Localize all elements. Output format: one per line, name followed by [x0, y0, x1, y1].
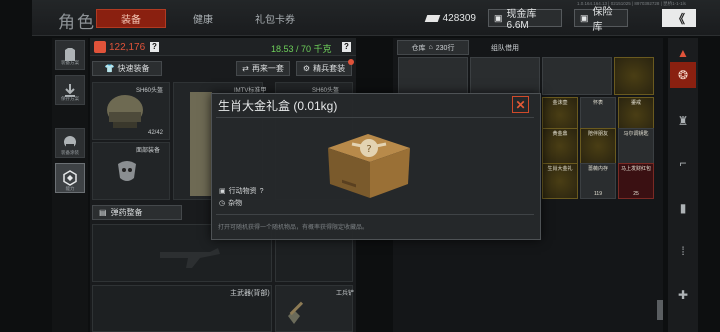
tab-storage[interactable]: 仓库 ⌂ 230行	[397, 40, 469, 55]
storage-tab-label: 仓库	[411, 44, 426, 52]
cash-vault-label: 现金库 6.6M	[506, 9, 537, 31]
cash-icon: ▣	[494, 12, 503, 23]
storage-item-label: 怀表	[592, 100, 603, 106]
valuables-filter-icon[interactable]: ❂	[670, 62, 696, 88]
rifle-icon	[160, 248, 220, 268]
face-label: 面部装备	[136, 148, 161, 154]
hexagon-icon	[63, 170, 77, 186]
shirt-icon: 👕	[104, 64, 115, 73]
quick-equip-label: 快速装备	[117, 64, 150, 73]
tool-label: 工兵铲	[336, 291, 355, 297]
nav-label-save: 保存方案	[61, 96, 79, 101]
storage-item[interactable]: 马尔调钥匙	[618, 128, 654, 164]
safe-icon: ▣	[580, 12, 589, 23]
loadout-value: 122,176	[109, 42, 146, 53]
medical-filter-icon[interactable]: ✚	[670, 282, 696, 308]
notification-dot	[348, 59, 354, 65]
storage-item[interactable]: 黄金鼎	[542, 128, 578, 164]
primary-weapon-label: 主武器(背部)	[230, 290, 270, 297]
storage-item-label: 鎏戒	[630, 100, 641, 106]
clock-icon: ◷	[219, 200, 226, 207]
home-icon: ⌂	[428, 44, 433, 51]
item-description: 打开可随机获得一个随机物品，有概率获得限定收藏品。	[218, 225, 369, 231]
again-label: 再来一套	[251, 64, 284, 73]
storage-item[interactable]: 陪伴朋友	[580, 128, 616, 164]
elite-kit-button[interactable]: ⚙ 精兵套装	[296, 61, 352, 76]
refresh-icon: ⇄	[242, 64, 249, 73]
back-button[interactable]: 《	[662, 9, 696, 27]
popup-divider-2	[216, 214, 534, 215]
currency-icon	[424, 14, 440, 22]
storage-item-count: 25	[633, 191, 639, 197]
armor-filter-icon[interactable]: ♜	[670, 108, 696, 134]
item-subtype: ◷ 杂物	[219, 198, 242, 208]
storage-tabs: 仓库 ⌂ 230行 组队借用	[397, 40, 657, 55]
storage-rows: 230行	[435, 44, 455, 52]
backpack-icon	[94, 41, 106, 53]
nav-label-ability: 能力	[65, 186, 75, 191]
loadout-weight: 18.53 / 70 千克	[271, 44, 332, 54]
magazine-filter-icon[interactable]: ▮	[670, 195, 696, 221]
popup-title: 生肖大金礼盒 (0.01kg)	[218, 99, 338, 113]
mask-icon	[118, 161, 136, 181]
storage-item-label: 蔷薇内存	[587, 166, 608, 172]
item-category: ▣ 行动物资 ?	[219, 186, 264, 196]
svg-text:?: ?	[366, 144, 371, 155]
ammo-filter-icon[interactable]: ⁞	[670, 238, 696, 264]
golden-gift-box-image: ?	[328, 134, 410, 198]
storage-item[interactable]: 生肖大金礼	[542, 163, 578, 199]
helmet-skin-icon	[64, 136, 76, 148]
storage-item-count: 119	[594, 191, 602, 197]
storage-item-label: 马尔调钥匙	[623, 131, 649, 137]
weapon-filter-icon[interactable]: ⌐	[670, 150, 696, 176]
ammo-tab[interactable]: ▤ 弹药整备	[92, 205, 182, 220]
safe-vault-label: 保险库	[592, 7, 613, 33]
value-help-icon[interactable]: ?	[150, 42, 159, 52]
category-label: 行动物资	[228, 188, 257, 195]
elite-kit-label: 精兵套装	[313, 64, 346, 73]
safe-vault-button[interactable]: ▣ 保险库	[574, 7, 628, 33]
cash-vault-button[interactable]: ▣ 现金库 6.6M	[488, 9, 562, 31]
storage-item[interactable]	[542, 57, 612, 95]
storage-item-label: 黄金鼎	[552, 131, 568, 137]
storage-scrollbar[interactable]	[657, 300, 663, 320]
close-button[interactable]: ✕	[512, 96, 529, 113]
kit-icon: ⚙	[302, 64, 311, 73]
tab-gift-cards[interactable]: 礼包卡券	[240, 9, 310, 28]
weight-help-icon[interactable]: ?	[342, 42, 351, 52]
ammo-tab-label: 弹药整备	[110, 208, 143, 217]
tab-team-borrow[interactable]: 组队借用	[469, 40, 541, 55]
storage-item[interactable]	[614, 57, 654, 95]
storage-item[interactable]	[470, 57, 540, 95]
tab-health[interactable]: 健康	[173, 9, 233, 28]
category-help-icon[interactable]: ?	[260, 188, 264, 195]
category-icon: ▣	[219, 188, 226, 195]
storage-item-label: 马上发财红包	[620, 166, 651, 172]
popup-divider	[216, 117, 534, 118]
back-icon: 《	[672, 11, 685, 26]
currency-value: 428309	[442, 12, 476, 24]
storage-item[interactable]: 马上发财红包 25	[618, 163, 654, 199]
helmet-icon	[107, 95, 143, 128]
storage-item-label: 金沫壶	[552, 100, 568, 106]
page-title: 角色	[58, 13, 96, 32]
nav-label-skin: 装备涂装	[61, 150, 79, 155]
storage-item[interactable]: 蔷薇内存 119	[580, 163, 616, 199]
storage-item[interactable]	[398, 57, 468, 95]
subtype-label: 杂物	[228, 200, 243, 207]
currency-display: 428309	[421, 9, 481, 27]
storage-item-label: 生肖大金礼	[547, 166, 573, 172]
helmet-durability: 42/42	[148, 130, 164, 136]
ammo-icon: ▤	[99, 208, 107, 217]
tab-equipment[interactable]: 装备	[96, 9, 166, 28]
shovel-icon	[288, 301, 304, 324]
storage-item-label: 陪伴朋友	[587, 131, 608, 137]
again-button[interactable]: ⇄ 再来一套	[236, 61, 290, 76]
nav-label-plan: 装备方案	[61, 60, 79, 65]
quick-equip-button[interactable]: 👕 快速装备	[92, 61, 162, 76]
